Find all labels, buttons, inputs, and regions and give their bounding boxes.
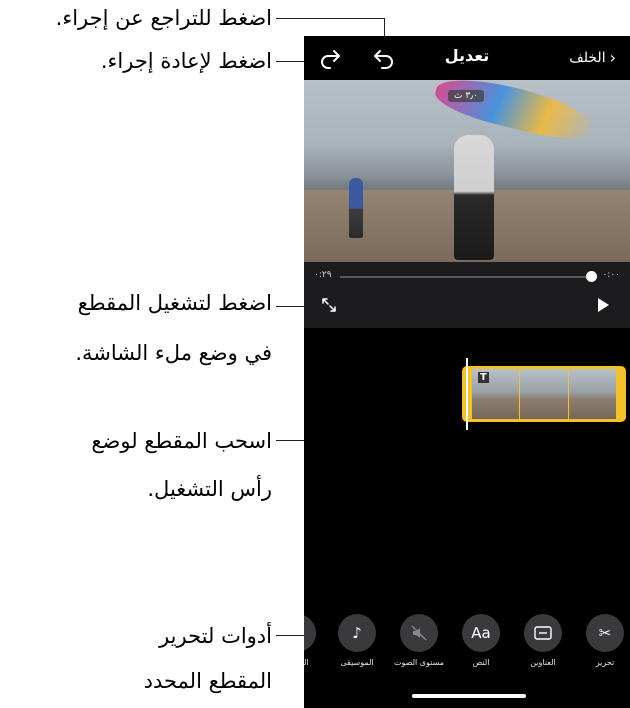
page-title: تعديل <box>444 46 490 65</box>
playback-controls: ٠:٢٩ ٠:٠٠ <box>304 262 630 328</box>
callout-tools-2: المقطع المحدد <box>143 669 272 693</box>
tool-label: النص <box>472 658 490 667</box>
scissors-icon: ✂ <box>586 614 624 652</box>
title-indicator-icon: T <box>478 372 489 383</box>
clip-frame <box>568 369 616 419</box>
phone-screen: ‹ الخلف تعديل ٣٫٠ ث ٠:٢٩ ٠:٠٠ T ✂ تحرير … <box>304 36 630 708</box>
tool-label: الصوت <box>304 658 309 667</box>
timeline[interactable]: T <box>304 328 630 616</box>
selected-clip[interactable]: T <box>462 366 626 422</box>
tool-label: مستوى الصوت <box>393 658 445 667</box>
home-indicator[interactable] <box>412 694 526 698</box>
tool-label: تحرير <box>595 658 615 667</box>
callout-drag-2: رأس التشغيل. <box>147 477 272 501</box>
fullscreen-icon[interactable] <box>320 296 338 314</box>
clip-frames <box>472 369 616 419</box>
redo-icon[interactable] <box>318 46 342 70</box>
duration-tag: ٣٫٠ ث <box>448 90 484 102</box>
scrubber-track[interactable] <box>340 276 592 278</box>
tool-label: العناوين <box>530 658 556 667</box>
play-icon[interactable] <box>596 297 610 313</box>
edit-toolbar: ✂ تحرير العناوين Aa النص مستوى الصوت ♪ ا… <box>304 614 630 674</box>
video-preview[interactable]: ٣٫٠ ث <box>304 80 630 262</box>
mute-icon <box>400 614 438 652</box>
callout-undo-line <box>276 18 385 19</box>
tool-titles[interactable]: العناوين <box>516 614 570 667</box>
clip-frame <box>520 369 568 419</box>
undo-icon[interactable] <box>372 46 396 70</box>
video-person <box>454 135 494 260</box>
end-time: ٠:٠٠ <box>602 270 620 280</box>
tool-label: الموسيقى <box>340 658 374 667</box>
text-icon: Aa <box>462 614 500 652</box>
tool-text[interactable]: Aa النص <box>454 614 508 667</box>
music-note-icon: ♪ <box>338 614 376 652</box>
tool-music[interactable]: ♪ الموسيقى <box>330 614 384 667</box>
current-time: ٠:٢٩ <box>314 270 332 280</box>
top-bar: ‹ الخلف تعديل <box>304 36 630 80</box>
callout-redo: اضغط لإعادة إجراء. <box>100 49 272 73</box>
scrubber-knob[interactable] <box>586 271 597 282</box>
titles-icon <box>524 614 562 652</box>
callout-fullscreen-1: اضغط لتشغيل المقطع <box>77 291 272 315</box>
callout-undo: اضغط للتراجع عن إجراء. <box>55 6 272 30</box>
playhead <box>466 358 468 430</box>
video-child <box>349 178 363 238</box>
tool-sound[interactable]: الصوت <box>304 614 324 667</box>
callout-tools-1: أدوات لتحرير <box>159 624 272 648</box>
tool-volume[interactable]: مستوى الصوت <box>392 614 446 667</box>
callout-fullscreen-2: في وضع ملء الشاشة. <box>75 341 272 365</box>
sound-icon <box>304 614 316 652</box>
callout-drag-1: اسحب المقطع لوضع <box>91 429 272 453</box>
tool-edit[interactable]: ✂ تحرير <box>578 614 630 667</box>
